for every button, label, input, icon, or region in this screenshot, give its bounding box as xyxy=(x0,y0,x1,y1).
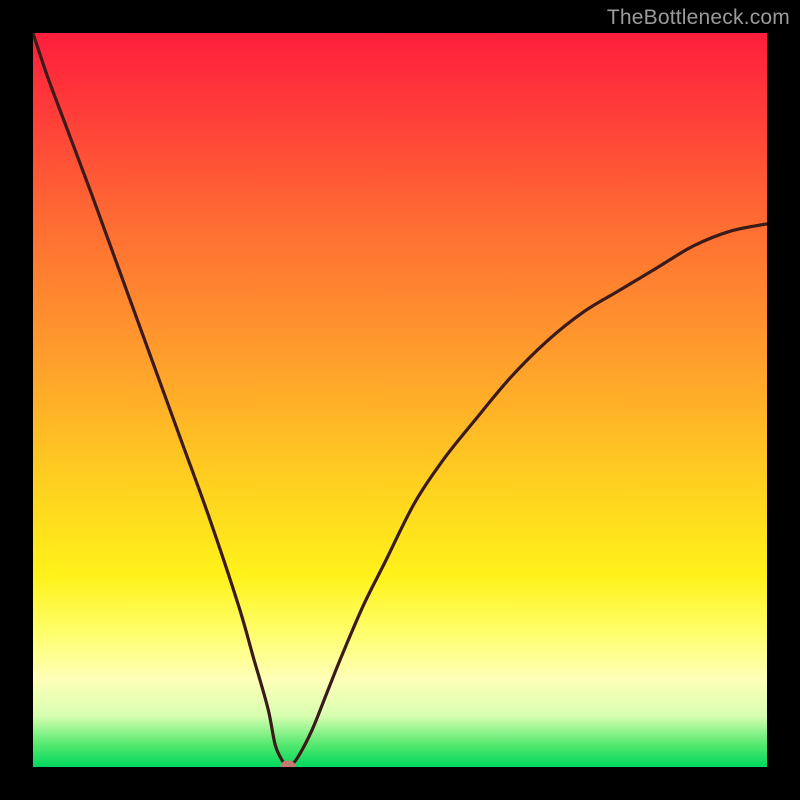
bottleneck-curve xyxy=(33,33,767,767)
bottleneck-curve-path xyxy=(33,33,767,766)
minimum-marker xyxy=(280,760,295,767)
chart-plot-area xyxy=(33,33,767,767)
watermark-text: TheBottleneck.com xyxy=(607,6,790,30)
chart-frame: TheBottleneck.com xyxy=(0,0,800,800)
